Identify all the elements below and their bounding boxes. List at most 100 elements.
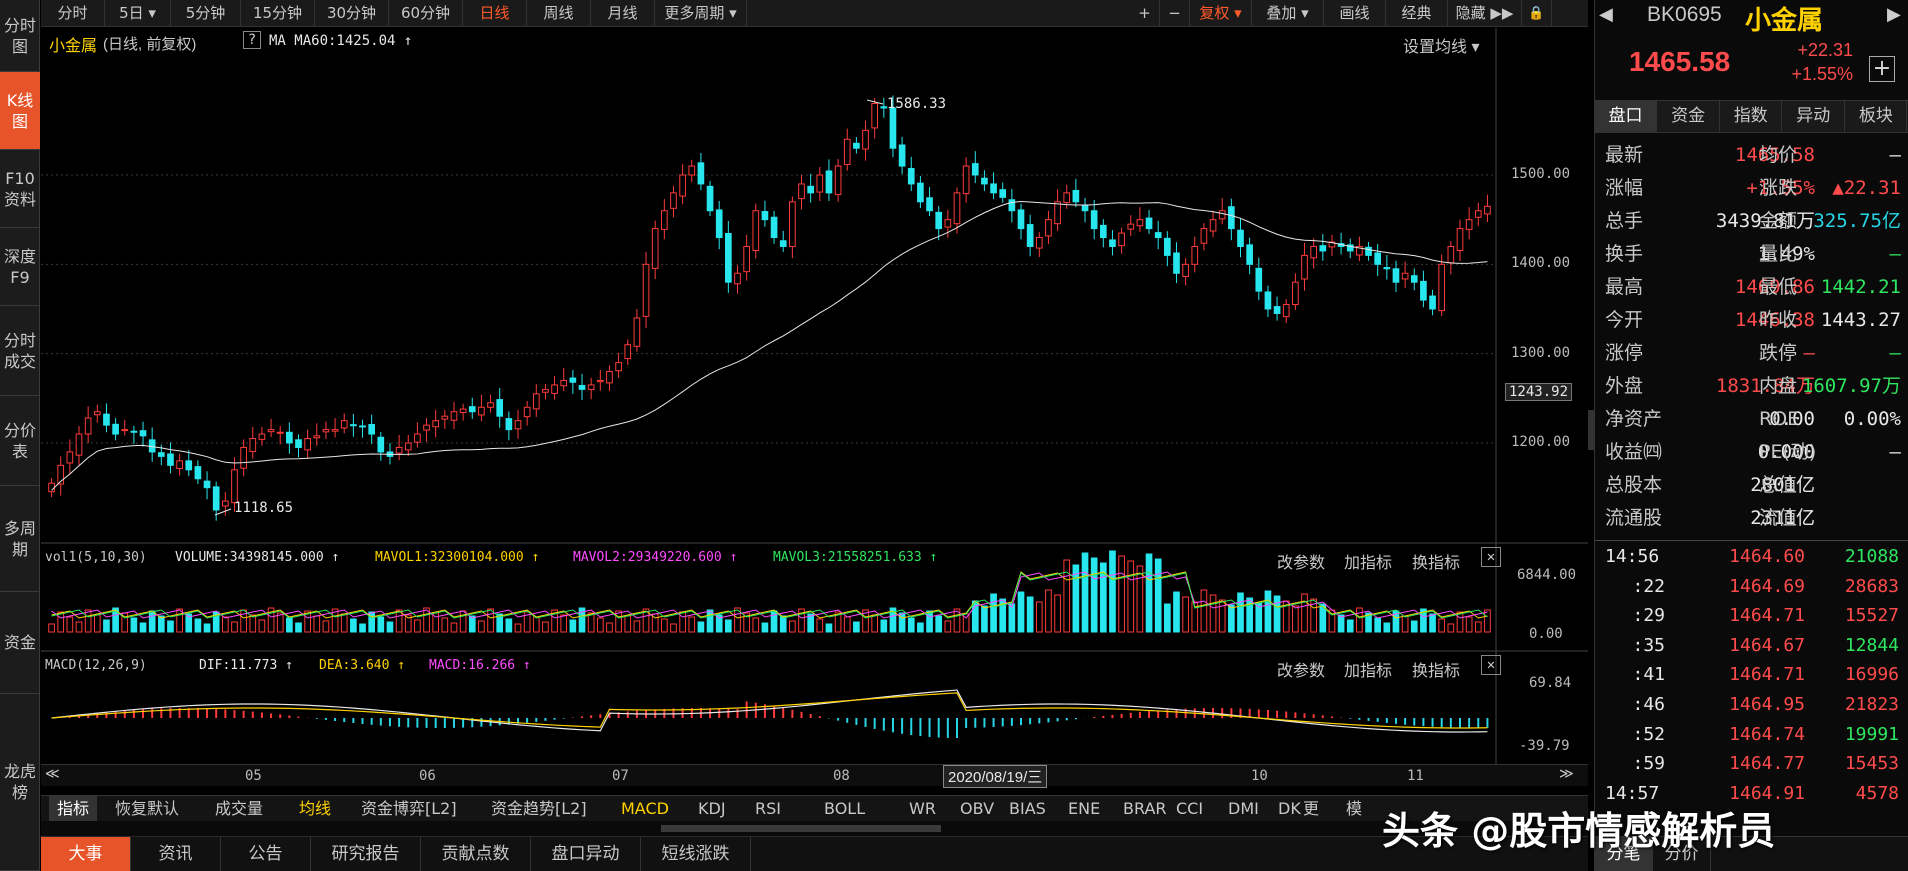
- set-ma-button[interactable]: 设置均线 ▾: [1403, 33, 1479, 57]
- bottom-tab-5[interactable]: 盘口异动: [531, 837, 641, 871]
- quote-tab-2[interactable]: 指数: [1720, 101, 1783, 132]
- toolbar-tool-0[interactable]: +: [1130, 0, 1160, 27]
- period-tab-9[interactable]: 更多周期 ▾: [655, 0, 747, 27]
- candle-body: [917, 182, 924, 203]
- x-scroll-left-icon[interactable]: ≪: [45, 766, 60, 782]
- toolbar-tool-label: −: [1168, 4, 1181, 22]
- candle-body: [971, 163, 979, 176]
- left-nav-item-0[interactable]: 分时图: [0, 0, 40, 72]
- left-nav-item-2[interactable]: F10资料: [0, 150, 40, 228]
- candle-body: [679, 174, 686, 197]
- left-nav-item-3[interactable]: 深度F9: [0, 228, 40, 306]
- quote-tab-0[interactable]: 盘口: [1595, 101, 1657, 132]
- toolbar-tool-6[interactable]: 隐藏 ▶▶: [1448, 0, 1522, 27]
- quote-tab-1[interactable]: 资金: [1658, 101, 1720, 132]
- toolbar-tool-3[interactable]: 叠加 ▾: [1252, 0, 1324, 27]
- h-scroll-thumb[interactable]: [661, 825, 941, 832]
- prev-stock-icon[interactable]: ◀: [1599, 4, 1613, 25]
- candle-body: [1228, 206, 1235, 230]
- indicator-13[interactable]: ENE: [1068, 796, 1100, 822]
- indicator-11[interactable]: OBV: [960, 796, 994, 822]
- indicator-19[interactable]: 模: [1346, 796, 1362, 822]
- indicator-17[interactable]: DK: [1278, 796, 1301, 822]
- period-tab-2[interactable]: 5分钟: [171, 0, 241, 27]
- period-tab-1[interactable]: 5日 ▾: [105, 0, 171, 27]
- indicator-2[interactable]: 成交量: [215, 796, 263, 822]
- period-tab-0[interactable]: 分时: [41, 0, 105, 27]
- macd-switch-indicator-button[interactable]: 换指标: [1412, 657, 1460, 681]
- toolbar-tool-5[interactable]: 经典: [1386, 0, 1448, 27]
- indicator-18[interactable]: 更: [1303, 796, 1319, 822]
- left-nav-item-8[interactable]: 龙虎榜: [0, 694, 40, 871]
- bottom-tab-2[interactable]: 公告: [221, 837, 311, 871]
- chart-area[interactable]: 小金属 (日线, 前复权) ? MA MA60:1425.04 ↑ 设置均线 ▾…: [41, 28, 1588, 788]
- volume-bar: [66, 616, 74, 633]
- candle-body: [834, 165, 842, 195]
- bottom-tab-6[interactable]: 短线涨跌: [641, 837, 751, 871]
- vol-add-indicator-button[interactable]: 加指标: [1344, 549, 1392, 573]
- quote-label: 最高: [1605, 276, 1644, 298]
- period-tab-label: 周线: [543, 4, 574, 22]
- vol-switch-indicator-button[interactable]: 换指标: [1412, 549, 1460, 573]
- last-price: 1465.58: [1629, 46, 1731, 77]
- indicator-1[interactable]: 恢复默认: [115, 796, 179, 822]
- indicator-8[interactable]: RSI: [755, 796, 781, 822]
- add-watchlist-icon[interactable]: +: [1869, 56, 1895, 82]
- volume-bar: [1118, 555, 1125, 633]
- tick-time: :52: [1632, 723, 1665, 745]
- indicator-9[interactable]: BOLL: [824, 796, 865, 822]
- candle-body: [1310, 245, 1317, 259]
- indicator-0[interactable]: 指标: [49, 796, 98, 822]
- period-tab-6[interactable]: 日线: [463, 0, 527, 27]
- left-nav-item-7[interactable]: 资金: [0, 592, 40, 694]
- indicator-7[interactable]: KDJ: [698, 796, 726, 822]
- quote-row: 最新 1465.58 均价 —: [1595, 139, 1908, 172]
- macd-close-icon[interactable]: ✕: [1481, 655, 1501, 675]
- vol-close-icon[interactable]: ✕: [1481, 547, 1501, 567]
- indicator-3[interactable]: 均线: [299, 796, 331, 822]
- indicator-4[interactable]: 资金博弈[L2]: [361, 796, 457, 822]
- x-axis-bar[interactable]: [41, 764, 1588, 786]
- toolbar-tool-1[interactable]: −: [1160, 0, 1190, 27]
- left-nav-item-1[interactable]: K线图: [0, 72, 40, 150]
- period-tab-7[interactable]: 周线: [527, 0, 591, 27]
- x-scroll-right-icon[interactable]: ≫: [1559, 766, 1574, 782]
- h-scrollbar[interactable]: [41, 821, 1588, 836]
- period-tab-8[interactable]: 月线: [591, 0, 655, 27]
- bottom-tab-0[interactable]: 大事: [41, 837, 131, 871]
- help-icon[interactable]: ?: [243, 31, 261, 49]
- quote-tab-3[interactable]: 异动: [1783, 101, 1845, 132]
- left-nav-item-4[interactable]: 分时成交: [0, 306, 40, 396]
- quote-tab-4[interactable]: 板块: [1845, 101, 1908, 132]
- macd-edit-params-button[interactable]: 改参数: [1277, 657, 1325, 681]
- period-tab-3[interactable]: 15分钟: [241, 0, 315, 27]
- indicator-14[interactable]: BRAR: [1123, 796, 1167, 822]
- bottom-tab-4[interactable]: 贡献点数: [421, 837, 531, 871]
- volume-bar: [514, 623, 522, 633]
- left-nav-item-5[interactable]: 分价表: [0, 396, 40, 486]
- lock-icon[interactable]: 🔒: [1522, 0, 1552, 27]
- indicator-16[interactable]: DMI: [1228, 796, 1259, 822]
- indicator-12[interactable]: BIAS: [1009, 796, 1046, 822]
- indicator-15[interactable]: CCI: [1176, 796, 1203, 822]
- indicator-10[interactable]: WR: [909, 796, 936, 822]
- volume-bar: [1484, 609, 1491, 633]
- indicator-6[interactable]: MACD: [621, 796, 669, 822]
- volume-bar: [1182, 596, 1189, 633]
- left-nav-item-6[interactable]: 多周期: [0, 486, 40, 592]
- bottom-tab-3[interactable]: 研究报告: [311, 837, 421, 871]
- volume-bar: [944, 620, 952, 633]
- toolbar-tool-4[interactable]: 画线: [1324, 0, 1386, 27]
- period-tab-4[interactable]: 30分钟: [315, 0, 389, 27]
- toolbar-tool-label: 隐藏: [1455, 4, 1486, 22]
- next-stock-icon[interactable]: ▶: [1887, 4, 1901, 25]
- volume-bar: [853, 621, 860, 633]
- indicator-5[interactable]: 资金趋势[L2]: [491, 796, 587, 822]
- volume-bar: [359, 623, 366, 633]
- period-tab-label: 更多周期: [664, 4, 725, 22]
- bottom-tab-1[interactable]: 资讯: [131, 837, 221, 871]
- toolbar-tool-2[interactable]: 复权 ▾: [1190, 0, 1252, 27]
- macd-add-indicator-button[interactable]: 加指标: [1344, 657, 1392, 681]
- period-tab-5[interactable]: 60分钟: [389, 0, 463, 27]
- vol-edit-params-button[interactable]: 改参数: [1277, 549, 1325, 573]
